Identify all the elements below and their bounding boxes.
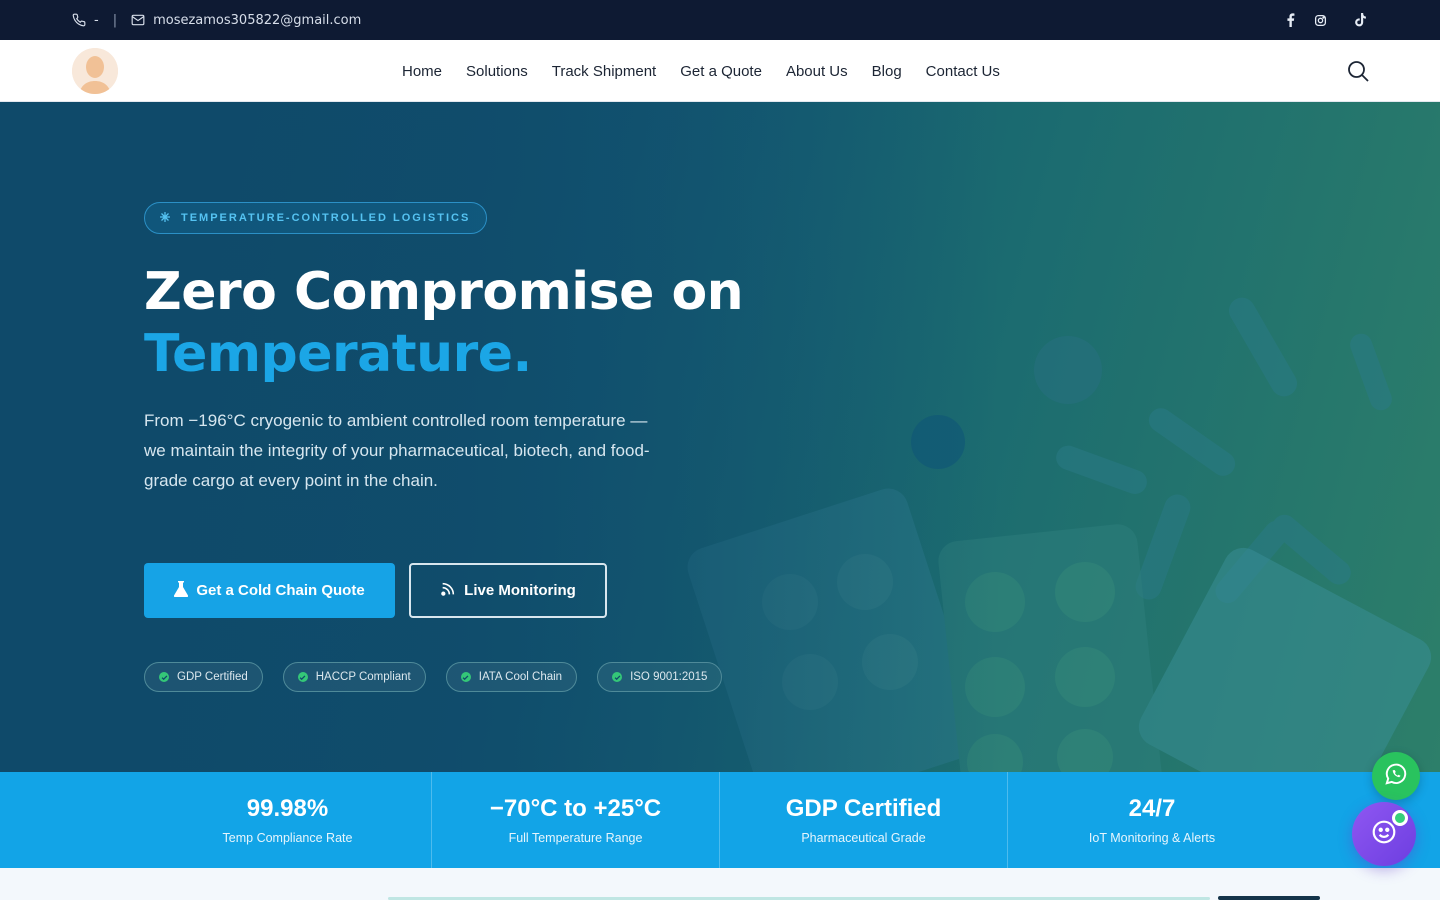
badge-label: IATA Cool Chain xyxy=(478,671,563,683)
stat-label: Full Temperature Range xyxy=(508,831,643,845)
nav-get-a-quote[interactable]: Get a Quote xyxy=(680,63,762,80)
stat-value: −70°C to +25°C xyxy=(489,795,662,822)
stat-label: IoT Monitoring & Alerts xyxy=(1088,831,1216,845)
nav-track-shipment[interactable]: Track Shipment xyxy=(552,63,656,80)
contact-info: - | mosezamos305822@gmail.com xyxy=(72,0,361,40)
search-icon[interactable] xyxy=(1346,59,1370,83)
divider: | xyxy=(112,12,118,28)
facebook-icon[interactable] xyxy=(1282,12,1298,28)
main-navigation: Home Solutions Track Shipment Get a Quot… xyxy=(0,40,1440,102)
stat-item: 99.98% Temp Compliance Rate xyxy=(144,772,432,868)
eyebrow-badge: TEMPERATURE-CONTROLLED LOGISTICS xyxy=(144,202,488,234)
check-icon xyxy=(460,672,471,682)
stat-item: GDP Certified Pharmaceutical Grade xyxy=(720,772,1008,868)
stat-value: 99.98% xyxy=(246,795,329,822)
chatbot-button[interactable] xyxy=(1352,802,1416,866)
phone-number[interactable]: - xyxy=(94,13,99,28)
whatsapp-icon xyxy=(1383,761,1409,791)
nav-home[interactable]: Home xyxy=(402,63,442,80)
next-section xyxy=(0,868,1440,900)
badge-label: HACCP Compliant xyxy=(315,671,411,683)
get-cold-chain-quote-button[interactable]: Get a Cold Chain Quote xyxy=(144,563,395,618)
top-bar: - | mosezamos305822@gmail.com xyxy=(0,0,1440,40)
check-icon xyxy=(612,672,623,682)
nav-contact-us[interactable]: Contact Us xyxy=(926,63,1000,80)
online-indicator xyxy=(1392,810,1408,826)
hero-description: From −196°C cryogenic to ambient control… xyxy=(144,411,650,490)
primary-cta-label: Get a Cold Chain Quote xyxy=(196,582,365,599)
certification-badge: HACCP Compliant xyxy=(282,662,426,692)
hero-title: Zero Compromise on xyxy=(144,262,744,322)
nav-links: Home Solutions Track Shipment Get a Quot… xyxy=(402,40,1000,102)
certification-badge: GDP Certified xyxy=(144,662,263,692)
smiley-icon xyxy=(1371,819,1397,849)
stats-row: 99.98% Temp Compliance Rate −70°C to +25… xyxy=(144,772,1296,868)
live-monitoring-button[interactable]: Live Monitoring xyxy=(409,563,607,618)
secondary-cta-label: Live Monitoring xyxy=(464,582,576,599)
stat-item: 24/7 IoT Monitoring & Alerts xyxy=(1008,772,1296,868)
stat-item: −70°C to +25°C Full Temperature Range xyxy=(432,772,720,868)
check-icon xyxy=(159,672,169,682)
certification-badges: GDP Certified HACCP Compliant IATA Cool … xyxy=(144,662,723,692)
stat-value: GDP Certified xyxy=(785,795,942,822)
tiktok-icon[interactable] xyxy=(1352,12,1368,28)
avatar[interactable] xyxy=(72,48,118,94)
snowflake-icon xyxy=(159,211,171,226)
check-icon xyxy=(297,672,308,682)
phone-icon xyxy=(72,13,86,27)
flask-icon xyxy=(174,580,189,601)
satellite-icon xyxy=(440,581,456,601)
eyebrow-text: TEMPERATURE-CONTROLLED LOGISTICS xyxy=(181,212,471,224)
nav-blog[interactable]: Blog xyxy=(872,63,902,80)
nav-about-us[interactable]: About Us xyxy=(786,63,848,80)
certification-badge: ISO 9001:2015 xyxy=(597,662,723,692)
stat-label: Pharmaceutical Grade xyxy=(801,831,926,845)
whatsapp-button[interactable] xyxy=(1372,752,1420,800)
stat-label: Temp Compliance Rate xyxy=(222,831,353,845)
mail-icon xyxy=(131,13,145,27)
instagram-icon[interactable] xyxy=(1312,12,1328,28)
social-links xyxy=(1282,0,1368,40)
hero-section: TEMPERATURE-CONTROLLED LOGISTICS Zero Co… xyxy=(0,102,1440,772)
stat-value: 24/7 xyxy=(1128,795,1176,822)
email-link[interactable]: mosezamos305822@gmail.com xyxy=(153,13,361,28)
badge-label: ISO 9001:2015 xyxy=(630,671,708,683)
hero-title-highlight: Temperature. xyxy=(144,324,532,384)
section-button-edge xyxy=(1218,896,1320,900)
badge-label: GDP Certified xyxy=(177,671,248,683)
nav-solutions[interactable]: Solutions xyxy=(466,63,528,80)
certification-badge: IATA Cool Chain xyxy=(445,662,578,692)
